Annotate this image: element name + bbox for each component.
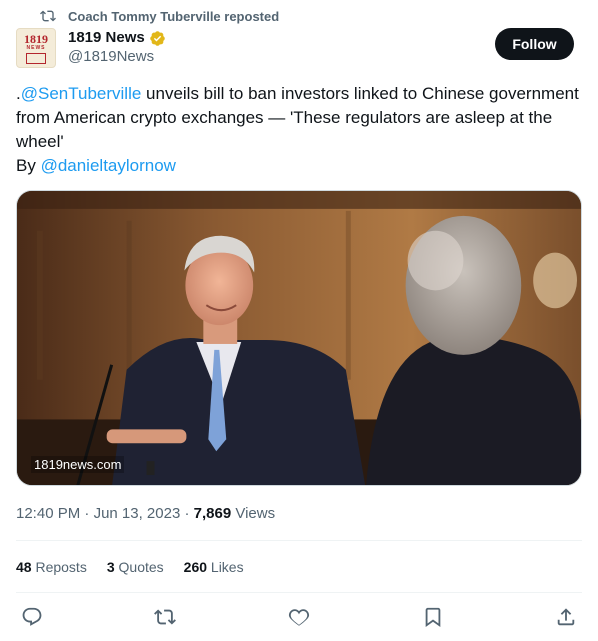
verified-badge-icon[interactable] — [149, 30, 166, 47]
avatar[interactable]: 1819 NEWS — [16, 28, 56, 68]
tweet-text: .@SenTuberville unveils bill to ban inve… — [16, 82, 582, 178]
mention-link[interactable]: @SenTuberville — [21, 84, 142, 103]
share-icon — [557, 608, 575, 626]
views-count: 7,869 — [193, 505, 232, 522]
author-name[interactable]: 1819 News — [68, 29, 145, 47]
tweet-time[interactable]: 12:40 PM — [16, 505, 80, 522]
repost-text[interactable]: Coach Tommy Tuberville reposted — [68, 9, 279, 24]
reposts-count: 48 — [16, 559, 32, 575]
action-bar — [16, 603, 582, 633]
divider — [16, 540, 582, 541]
social-context[interactable]: Coach Tommy Tuberville reposted — [40, 6, 279, 26]
bookmark-icon — [425, 607, 441, 628]
like-button[interactable] — [288, 606, 312, 630]
quotes-label: Quotes — [114, 559, 164, 575]
tweet-media[interactable]: 1819news.com — [16, 190, 582, 486]
byline-label: By — [16, 156, 41, 175]
quotes-stat[interactable]: 3 Quotes — [107, 557, 164, 577]
retweet-icon — [154, 609, 176, 625]
views-label: Views — [231, 505, 276, 522]
follow-button[interactable]: Follow — [495, 28, 574, 60]
engagement-stats: 48 Reposts 3 Quotes 260 Likes — [16, 557, 244, 577]
avatar-logo-text: 1819 — [24, 31, 48, 46]
reply-button[interactable] — [21, 606, 45, 630]
likes-stat[interactable]: 260 Likes — [184, 557, 244, 577]
like-icon — [288, 609, 310, 626]
meta-separator: · — [180, 505, 194, 522]
photo — [17, 191, 581, 485]
tweet-date[interactable]: Jun 13, 2023 — [94, 505, 181, 522]
meta-separator: · — [80, 505, 94, 522]
avatar-logo-mark — [26, 52, 46, 64]
reply-icon — [22, 607, 42, 626]
quotes-count: 3 — [106, 559, 115, 575]
divider — [16, 592, 582, 593]
share-button[interactable] — [555, 606, 579, 630]
reposts-stat[interactable]: 48 Reposts — [16, 557, 87, 577]
likes-label: Likes — [207, 559, 244, 575]
bookmark-button[interactable] — [422, 606, 446, 630]
author-handle[interactable]: @1819News — [68, 47, 166, 67]
repost-icon — [40, 10, 56, 22]
author-block: 1819 News @1819News — [68, 29, 166, 67]
media-watermark: 1819news.com — [31, 456, 125, 473]
byline-mention-link[interactable]: @danieltaylornow — [41, 156, 176, 175]
likes-count: 260 — [183, 559, 208, 575]
tweet-meta: 12:40 PM · Jun 13, 2023 · 7,869 Views — [16, 504, 275, 524]
avatar-logo-subtext: NEWS — [26, 44, 46, 51]
reposts-label: Reposts — [31, 559, 87, 575]
retweet-button[interactable] — [154, 606, 178, 630]
